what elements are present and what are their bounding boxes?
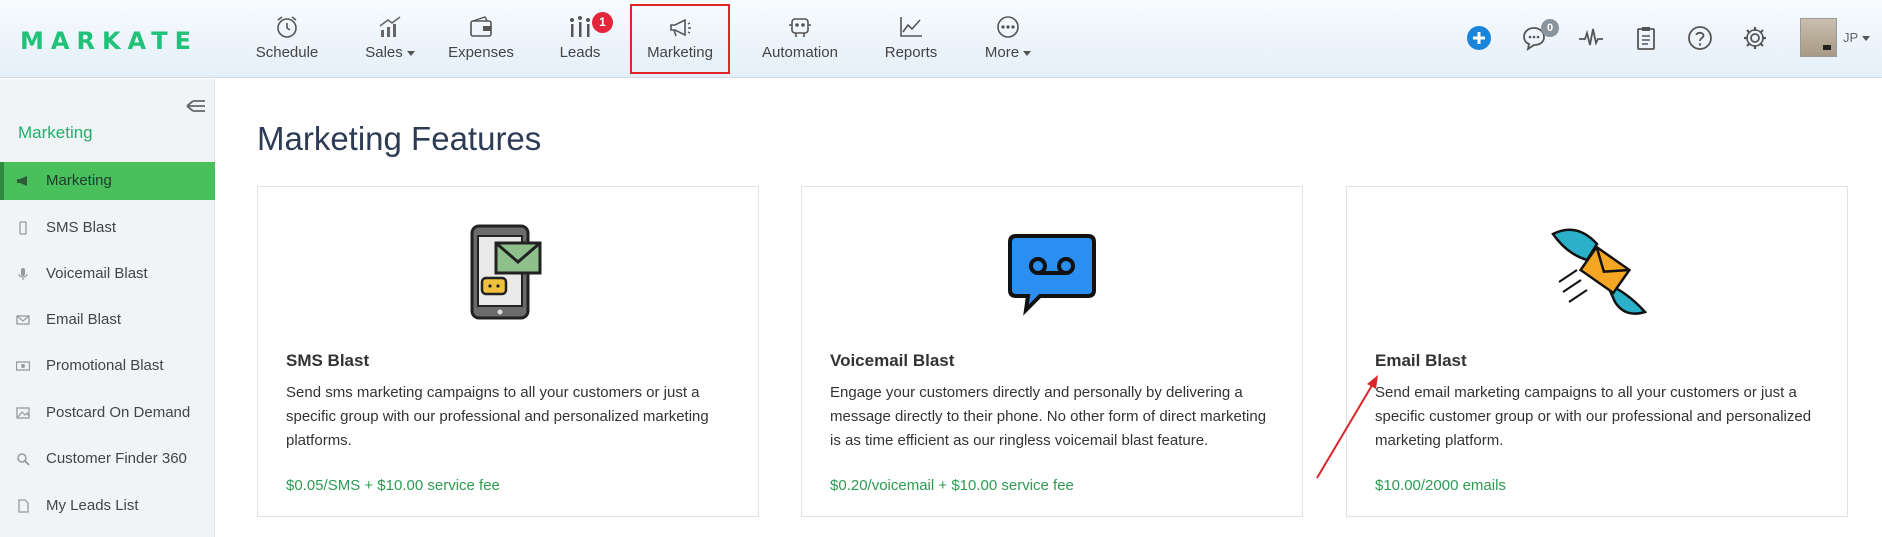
search-icon <box>17 453 30 466</box>
help-icon[interactable] <box>1686 24 1714 52</box>
phone-icon <box>19 221 27 235</box>
nav-expenses-label: Expenses <box>448 44 514 61</box>
top-navigation-bar: MARKATE Schedule Sales Expenses Leads 1 … <box>0 0 1882 78</box>
card-price: $0.05/SMS + $10.00 service fee <box>286 477 500 494</box>
wallet-icon <box>470 16 492 37</box>
sidebar-item-label: Voicemail Blast <box>46 265 148 282</box>
sidebar-item-label: Customer Finder 360 <box>46 450 187 467</box>
banknote-icon <box>16 361 30 371</box>
voicemail-bubble-icon <box>1008 234 1096 316</box>
chevron-down-icon <box>406 50 415 56</box>
leads-badge: 1 <box>592 12 613 33</box>
funnel-bars-icon <box>570 16 590 37</box>
user-menu[interactable]: JP <box>1843 30 1871 45</box>
sidebar-item-customer-finder-360[interactable]: Customer Finder 360 <box>0 440 215 478</box>
document-icon <box>18 499 29 513</box>
card-price: $0.20/voicemail + $10.00 service fee <box>830 477 1074 494</box>
sidebar-item-label: My Leads List <box>46 497 139 514</box>
sidebar-item-label: Email Blast <box>46 311 122 328</box>
nav-expenses[interactable]: Expenses <box>446 8 516 72</box>
collapse-sidebar-icon[interactable] <box>185 97 207 115</box>
annotation-arrow <box>1316 375 1378 479</box>
feature-card-email-blast[interactable]: Email Blast Send email marketing campaig… <box>1346 186 1848 517</box>
sidebar-item-my-leads-list[interactable]: My Leads List <box>0 487 215 525</box>
alarm-clock-icon <box>277 16 297 38</box>
nav-automation[interactable]: Automation <box>758 8 842 72</box>
nav-more[interactable]: More <box>980 8 1036 72</box>
megaphone-icon <box>670 18 691 37</box>
nav-marketing-label: Marketing <box>647 44 713 61</box>
activity-pulse-icon[interactable] <box>1577 24 1605 52</box>
nav-schedule-label: Schedule <box>255 44 319 61</box>
microphone-icon <box>18 268 28 280</box>
card-title: Voicemail Blast <box>830 351 955 370</box>
nav-automation-label: Automation <box>762 44 838 61</box>
sidebar-item-label: Promotional Blast <box>46 357 164 374</box>
user-initials: JP <box>1843 30 1859 45</box>
card-price: $10.00/2000 emails <box>1375 477 1506 494</box>
chevron-down-icon <box>1862 36 1871 42</box>
sidebar-item-marketing[interactable]: Marketing <box>0 162 215 200</box>
sidebar: Marketing Marketing SMS Blast Voicemail … <box>0 79 215 537</box>
card-description: Engage your customers directly and perso… <box>830 384 1267 449</box>
sidebar-item-postcard-on-demand[interactable]: Postcard On Demand <box>0 394 215 432</box>
user-avatar[interactable] <box>1800 18 1837 57</box>
ellipsis-circle-icon <box>997 16 1019 38</box>
sidebar-item-promotional-blast[interactable]: Promotional Blast <box>0 347 215 385</box>
page-title: Marketing Features <box>257 120 542 157</box>
sidebar-title: Marketing <box>18 123 93 142</box>
gear-icon[interactable] <box>1741 24 1769 52</box>
sidebar-item-label: Postcard On Demand <box>46 404 191 421</box>
line-chart-icon <box>900 17 922 37</box>
chat-badge: 0 <box>1541 19 1559 37</box>
megaphone-icon <box>17 176 27 186</box>
clipboard-icon[interactable] <box>1632 24 1660 52</box>
nav-reports[interactable]: Reports <box>880 8 942 72</box>
picture-icon <box>16 407 30 419</box>
card-description: Send email marketing campaigns to all yo… <box>1375 384 1812 449</box>
flying-envelope-icon <box>1551 228 1647 315</box>
sidebar-item-label: SMS Blast <box>46 219 117 236</box>
nav-schedule[interactable]: Schedule <box>252 8 322 72</box>
sidebar-item-email-blast[interactable]: Email Blast <box>0 301 215 339</box>
robot-icon <box>789 18 811 37</box>
card-title: SMS Blast <box>286 351 370 370</box>
growth-chart-icon <box>379 16 401 37</box>
nav-more-label: More <box>984 44 1020 61</box>
chevron-down-icon <box>1023 50 1032 56</box>
sidebar-item-sms-blast[interactable]: SMS Blast <box>0 209 215 247</box>
nav-marketing[interactable]: Marketing <box>630 4 730 74</box>
sidebar-item-label: Marketing <box>46 172 112 189</box>
phone-message-icon <box>470 224 542 320</box>
nav-sales[interactable]: Sales <box>360 8 420 72</box>
envelope-icon <box>16 315 30 325</box>
avatar-image-detail <box>1823 45 1831 50</box>
nav-leads-label: Leads <box>559 44 601 61</box>
sidebar-item-voicemail-blast[interactable]: Voicemail Blast <box>0 255 215 293</box>
nav-sales-label: Sales <box>365 44 403 61</box>
feature-card-sms-blast[interactable]: SMS Blast Send sms marketing campaigns t… <box>257 186 759 517</box>
markate-logo[interactable]: MARKATE <box>20 27 198 55</box>
add-button[interactable] <box>1465 24 1493 52</box>
nav-reports-label: Reports <box>884 44 938 61</box>
card-title: Email Blast <box>1375 351 1467 370</box>
card-description: Send sms marketing campaigns to all your… <box>286 384 709 449</box>
feature-card-voicemail-blast[interactable]: Voicemail Blast Engage your customers di… <box>801 186 1303 517</box>
